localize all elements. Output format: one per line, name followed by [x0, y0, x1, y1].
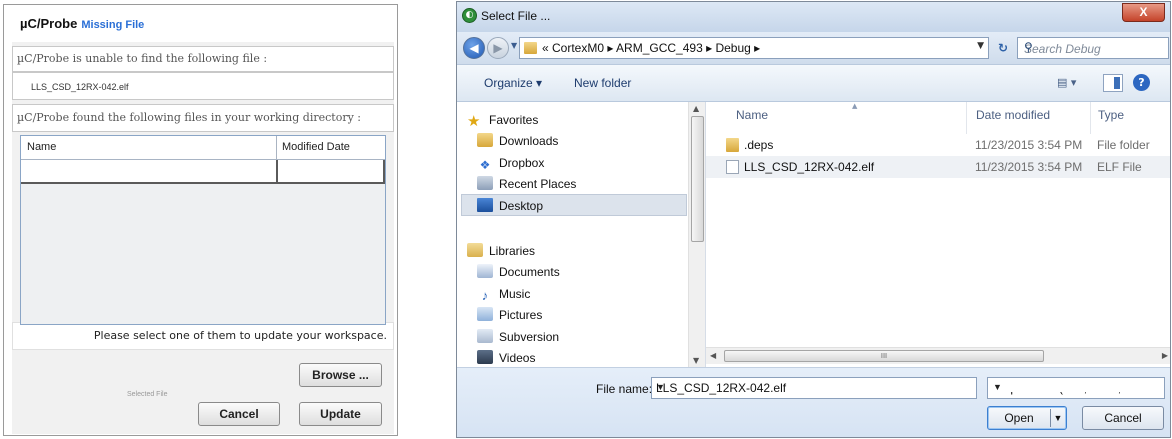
breadcrumb[interactable]: « CortexM0 ▸ ARM_GCC_493 ▸ Debug ▸ [542, 41, 760, 55]
chevron-down-icon[interactable]: ▼ [656, 382, 971, 392]
command-bar: Organize ▾ New folder ▤ ▾ ? [457, 64, 1170, 102]
nav-item-pictures[interactable]: Pictures [477, 305, 542, 325]
refresh-icon[interactable]: ↻ [993, 37, 1013, 59]
preview-pane-icon[interactable] [1103, 74, 1123, 92]
nav-item-subversion[interactable]: Subversion [477, 327, 559, 347]
file-type-select[interactable]: Output Files (*.elf, *.abs, *.ax ▼ [987, 377, 1165, 399]
file-row[interactable]: .deps 11/23/2015 3:54 PM File folder [706, 134, 1170, 156]
search-icon: ⚲ [1024, 40, 1033, 54]
file-icon [726, 160, 739, 174]
table-row[interactable] [21, 160, 385, 184]
app-name: µC/Probe [20, 16, 78, 31]
nav-item-documents[interactable]: Documents [477, 262, 560, 282]
address-row: ◀ ▶ ▼ « CortexM0 ▸ ARM_GCC_493 ▸ Debug ▸… [457, 32, 1170, 64]
missing-file-box: LLS_CSD_12RX-042.elf [12, 72, 394, 100]
nav-item-desktop[interactable]: Desktop [477, 196, 543, 216]
window-title: Select File ... [481, 9, 551, 23]
folder-icon [726, 138, 739, 152]
dialog-footer: File name: LLS_CSD_12RX-042.elf ▼ Output… [457, 367, 1170, 437]
scroll-right-icon[interactable]: ▶ [1162, 351, 1168, 360]
select-hint: Please select one of them to update your… [93, 329, 387, 342]
cancel-button[interactable]: Cancel [198, 402, 280, 426]
nav-item-dropbox[interactable]: ❖ Dropbox [477, 153, 545, 173]
title-bar: ◐ Select File ... X [457, 2, 1170, 32]
organize-menu[interactable]: Organize ▾ [484, 76, 542, 90]
libraries-icon [467, 243, 483, 257]
desktop-icon [477, 198, 493, 212]
recent-places-icon [477, 176, 493, 190]
select-file-dialog: ◐ Select File ... X ◀ ▶ ▼ « CortexM0 ▸ A… [456, 1, 1171, 438]
found-files-table[interactable]: Name Modified Date [20, 135, 386, 325]
cancel-button[interactable]: Cancel [1082, 406, 1164, 430]
sort-arrow-icon: ▲ [852, 102, 858, 110]
downloads-folder-icon [477, 133, 493, 147]
not-found-header: µC/Probe is unable to find the following… [12, 46, 394, 72]
column-header-date-modified[interactable]: Date modified [976, 108, 1050, 122]
file-name-input[interactable]: LLS_CSD_12RX-042.elf ▼ [651, 377, 977, 399]
dropbox-icon: ❖ [479, 158, 491, 172]
nav-item-recent-places[interactable]: Recent Places [477, 174, 576, 194]
close-button[interactable]: X [1122, 3, 1165, 22]
selected-file-label: Selected File [127, 391, 168, 398]
update-button[interactable]: Update [299, 402, 382, 426]
file-name-label: File name: [596, 382, 653, 396]
column-header-modified-date[interactable]: Modified Date [282, 141, 350, 153]
found-header: µC/Probe found the following files in yo… [12, 104, 394, 132]
missing-file-name: LLS_CSD_12RX-042.elf [31, 82, 129, 92]
select-hint-box: Please select one of them to update your… [12, 322, 394, 350]
file-row-selected[interactable]: LLS_CSD_12RX-042.elf 11/23/2015 3:54 PM … [706, 156, 1170, 178]
subversion-icon [477, 329, 493, 343]
chevron-down-icon[interactable]: ▼ [977, 41, 984, 51]
dialog-subtitle: Missing File [81, 19, 145, 31]
missing-file-dialog: µC/Probe Missing File µC/Probe is unable … [3, 4, 398, 436]
forward-arrow-icon[interactable]: ▶ [487, 37, 509, 59]
nav-item-videos[interactable]: Videos [477, 348, 535, 367]
file-list: ▲ Name Date modified Type .deps 11/23/20… [706, 102, 1170, 367]
search-input[interactable]: Search Debug ⚲ [1017, 37, 1169, 59]
open-dropdown-icon[interactable]: ▼ [1050, 409, 1065, 427]
open-button[interactable]: Open ▼ [987, 406, 1067, 430]
nav-item-libraries[interactable]: Libraries [467, 241, 535, 261]
column-header-type[interactable]: Type [1098, 108, 1124, 122]
view-options-icon[interactable]: ▤ ▾ [1057, 76, 1076, 89]
back-arrow-icon[interactable]: ◀ [463, 37, 485, 59]
nav-scrollbar[interactable]: ▲ ▼ [688, 102, 705, 367]
nav-item-music[interactable]: ♪ Music [477, 284, 531, 304]
nav-item-downloads[interactable]: Downloads [477, 131, 558, 151]
browse-button[interactable]: Browse ... [299, 363, 382, 387]
file-list-scrollbar[interactable]: ◀ III ▶ [706, 347, 1170, 364]
recent-locations-dropdown[interactable]: ▼ [511, 41, 517, 50]
app-icon: ◐ [462, 8, 477, 23]
nav-scroll-thumb[interactable] [691, 116, 704, 242]
not-found-label: µC/Probe is unable to find the following… [17, 52, 268, 65]
column-header-name[interactable]: Name [27, 141, 56, 153]
file-list-scroll-thumb[interactable]: III [724, 350, 1044, 362]
documents-icon [477, 264, 493, 278]
help-icon[interactable]: ? [1133, 74, 1150, 91]
chevron-down-icon[interactable]: ▼ [991, 382, 1160, 392]
nav-item-favorites[interactable]: ★ Favorites [467, 110, 538, 130]
folder-icon [524, 42, 537, 54]
column-header-name[interactable]: Name [736, 108, 768, 122]
music-icon: ♪ [481, 288, 489, 303]
scroll-down-icon[interactable]: ▼ [693, 356, 699, 365]
scroll-up-icon[interactable]: ▲ [693, 104, 699, 113]
address-bar[interactable]: « CortexM0 ▸ ARM_GCC_493 ▸ Debug ▸ ▼ [519, 37, 989, 59]
pictures-icon [477, 307, 493, 321]
videos-icon [477, 350, 493, 364]
navigation-pane: ★ Favorites Downloads ❖ Dropbox Recent Pla… [457, 102, 706, 367]
scroll-left-icon[interactable]: ◀ [710, 351, 716, 360]
new-folder-button[interactable]: New folder [574, 76, 631, 90]
star-icon: ★ [467, 113, 481, 130]
found-label: µC/Probe found the following files in yo… [17, 111, 362, 124]
table-header: Name Modified Date [21, 136, 385, 160]
dialog-title: µC/Probe Missing File [20, 16, 144, 31]
